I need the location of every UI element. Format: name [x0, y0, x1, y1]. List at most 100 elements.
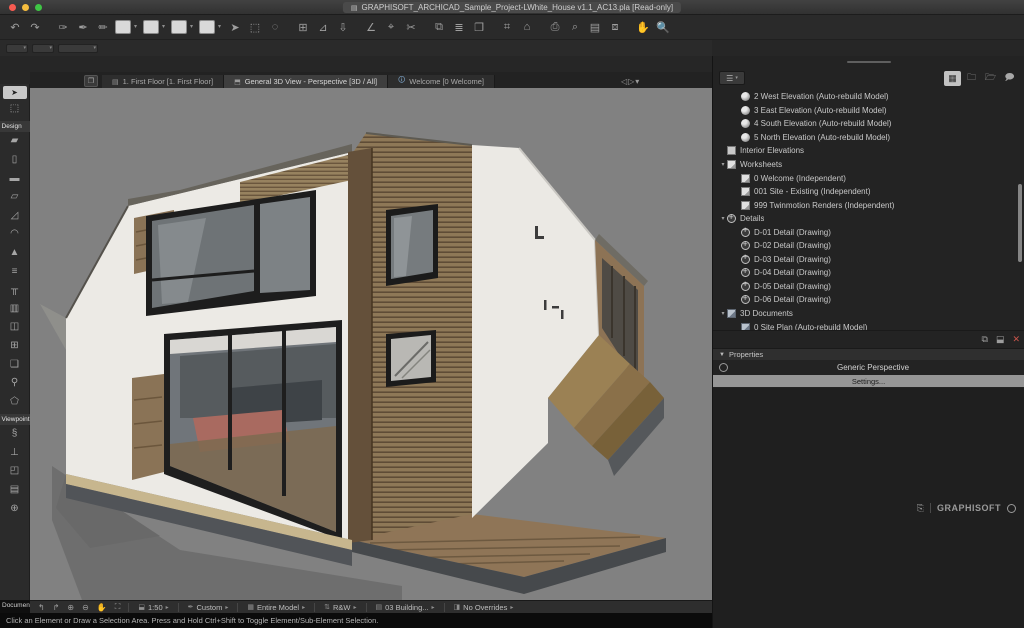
circle-tool-icon[interactable]: ◌ — [266, 18, 284, 36]
toolbox-section-document[interactable]: Document — [0, 600, 30, 613]
navigator-menu-button[interactable]: ☰▾ — [719, 71, 745, 85]
column-tool[interactable]: ▯ — [0, 150, 30, 169]
redo-icon[interactable]: ↷ — [26, 18, 44, 36]
pan-icon[interactable]: ✋ — [634, 18, 652, 36]
expand-triangle-icon[interactable]: ▾ — [719, 215, 727, 222]
scissors-icon[interactable]: ✂ — [402, 18, 420, 36]
find-select-icon[interactable]: ⌕ — [566, 18, 584, 36]
layout-book-button[interactable]: 🗁 — [982, 71, 999, 86]
tree-scrollbar[interactable] — [1018, 184, 1022, 262]
pop-up-navigator-button[interactable]: ❐ — [84, 75, 98, 87]
panel-drag-handle[interactable] — [713, 56, 1024, 68]
group-icon[interactable]: ⧉ — [430, 18, 448, 36]
maximize-window-button[interactable] — [35, 4, 42, 11]
layer-combination-option[interactable]: ▤03 Building...▸ — [371, 603, 440, 612]
tree-item[interactable]: 2 West Elevation (Auto-rebuild Model) — [713, 90, 1024, 104]
viewport-3d[interactable] — [30, 88, 712, 600]
publisher-button[interactable]: 🗩 — [1001, 71, 1018, 86]
zone-tool[interactable]: ⬠ — [0, 392, 30, 411]
pen-set-option[interactable]: ✒Custom▸ — [183, 603, 234, 612]
graphic-override-option[interactable]: ◨No Overrides▸ — [449, 603, 519, 612]
expand-triangle-icon[interactable]: ▾ — [719, 161, 727, 168]
worksheet-tool[interactable]: ▤ — [0, 480, 30, 499]
settings-button[interactable]: Settings... — [713, 375, 1024, 387]
close-window-button[interactable] — [9, 4, 16, 11]
organizer-icon[interactable]: ⧈ — [606, 18, 624, 36]
tab-overflow-button[interactable]: ◁▷▾ — [621, 77, 640, 86]
favorites-swatch[interactable] — [115, 20, 131, 34]
shell-tool[interactable]: ◠ — [0, 225, 30, 244]
tree-item[interactable]: ▾Details — [713, 212, 1024, 226]
zoom-icon[interactable]: 🔍 — [654, 18, 672, 36]
project-map-button[interactable]: ▦ — [944, 71, 961, 86]
delete-icon[interactable]: ✕ — [1012, 334, 1020, 345]
tree-item[interactable]: D-03 Detail (Drawing) — [713, 253, 1024, 267]
toolbar2-dropdown-1[interactable] — [6, 44, 28, 53]
tree-item[interactable]: 999 Twinmotion Renders (Independent) — [713, 198, 1024, 212]
minimize-window-button[interactable] — [22, 4, 29, 11]
mesh-tool[interactable]: ▲ — [0, 243, 30, 262]
door-tool[interactable]: ◫ — [0, 318, 30, 337]
rotated-grid-icon[interactable]: ⊿ — [314, 18, 332, 36]
tree-item[interactable]: 4 South Elevation (Auto-rebuild Model) — [713, 117, 1024, 131]
tree-item[interactable]: Interior Elevations — [713, 144, 1024, 158]
beam-tool[interactable]: ▬ — [0, 169, 30, 188]
tree-item[interactable]: 0 Welcome (Independent) — [713, 171, 1024, 185]
slab-tool[interactable]: ▱ — [0, 187, 30, 206]
roof-tool[interactable]: ◿ — [0, 206, 30, 225]
section-3d-icon[interactable]: ⌗ — [498, 18, 516, 36]
surface-swatch[interactable] — [199, 20, 215, 34]
tree-item[interactable]: 0 Site Plan (Auto-rebuild Model) — [713, 320, 1024, 330]
zoom-in-icon[interactable]: ⊕ — [63, 603, 78, 612]
guide-lines-icon[interactable]: ∠ — [362, 18, 380, 36]
tree-item[interactable]: D-05 Detail (Drawing) — [713, 280, 1024, 294]
window-tool[interactable]: ⊞ — [0, 336, 30, 355]
tree-item[interactable]: D-01 Detail (Drawing) — [713, 225, 1024, 239]
select-arrow-tool[interactable]: ➤ — [3, 86, 27, 99]
pan-icon[interactable]: ✋ — [93, 603, 111, 612]
wall-tool[interactable]: ▰ — [0, 132, 30, 151]
tree-item[interactable]: 5 North Elevation (Auto-rebuild Model) — [713, 131, 1024, 145]
tree-item[interactable]: D-02 Detail (Drawing) — [713, 239, 1024, 253]
toolbar2-dropdown-2[interactable] — [32, 44, 54, 53]
toolbar2-dropdown-3[interactable] — [58, 44, 98, 53]
object-tool[interactable]: ❑ — [0, 355, 30, 374]
railing-tool[interactable]: ╥ — [0, 280, 30, 299]
tree-item[interactable]: D-06 Detail (Drawing) — [713, 293, 1024, 307]
elevation-tool[interactable]: ⊥ — [0, 443, 30, 462]
tab-3d-view[interactable]: ⬒General 3D View - Perspective [3D / All… — [224, 75, 388, 88]
view-map-button[interactable]: 🗀 — [963, 71, 980, 86]
pickup-parameters-icon[interactable]: ✑ — [54, 18, 72, 36]
lamp-tool[interactable]: ⚲ — [0, 373, 30, 392]
scale-option[interactable]: ⬓1:50▸ — [133, 603, 173, 612]
export-icon[interactable]: ⎘ — [917, 503, 924, 514]
tab-first-floor[interactable]: ▤1. First Floor [1. First Floor] — [102, 75, 224, 88]
section-tool[interactable]: § — [0, 425, 30, 444]
navigate-back-icon[interactable]: ↰ — [34, 603, 49, 612]
curtain-wall-tool[interactable]: ▥ — [0, 299, 30, 318]
pen-icon[interactable]: ✏ — [94, 18, 112, 36]
inject-parameters-icon[interactable]: ✒ — [74, 18, 92, 36]
camera-icon[interactable]: ⌂ — [518, 18, 536, 36]
properties-header[interactable]: ▼ Properties — [713, 348, 1024, 360]
new-folder-icon[interactable]: ⧉ — [982, 334, 988, 345]
arrow-tool-icon[interactable]: ➤ — [226, 18, 244, 36]
layer-swatch[interactable] — [143, 20, 159, 34]
dimension-option[interactable]: ⇅R&W▸ — [319, 603, 361, 612]
stair-tool[interactable]: ≡ — [0, 262, 30, 281]
undo-icon[interactable]: ↶ — [6, 18, 24, 36]
tab-welcome[interactable]: 🛈Welcome [0 Welcome] — [388, 75, 495, 88]
detail-tool[interactable]: ⊕ — [0, 499, 30, 518]
marquee-tool[interactable]: ⬚ — [0, 99, 30, 118]
pen-set-swatch[interactable] — [171, 20, 187, 34]
snap-points-icon[interactable]: ⌖ — [382, 18, 400, 36]
clone-folder-icon[interactable]: ⬓ — [996, 334, 1005, 345]
publish-icon[interactable]: ⎙ — [546, 18, 564, 36]
fit-in-window-icon[interactable]: ⛶ — [111, 602, 125, 612]
marquee-tool-icon[interactable]: ⬚ — [246, 18, 264, 36]
structure-display-option[interactable]: ▦Entire Model▸ — [242, 603, 310, 612]
grid-snap-icon[interactable]: ⊞ — [294, 18, 312, 36]
tree-item[interactable]: D-04 Detail (Drawing) — [713, 266, 1024, 280]
navigate-forward-icon[interactable]: ↱ — [49, 603, 64, 612]
toolbox-section-design[interactable]: Design — [0, 121, 30, 132]
